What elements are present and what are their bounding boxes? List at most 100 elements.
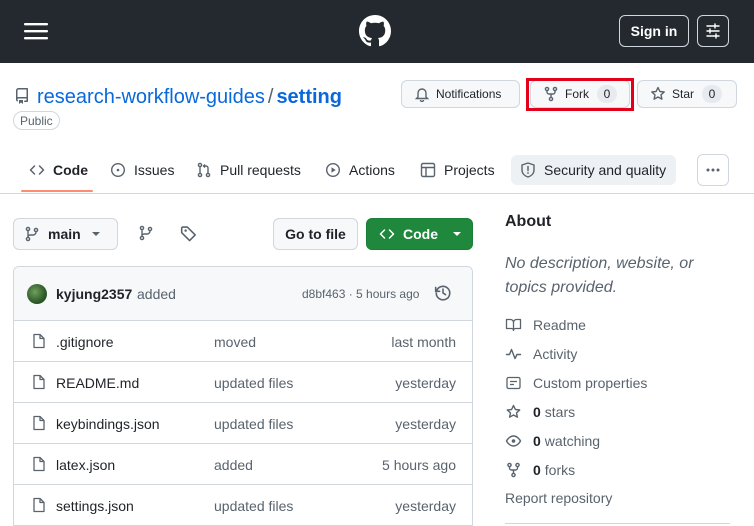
code-icon [379,226,395,242]
file-commit-message[interactable]: added [214,457,253,473]
star-count: 0 [702,85,723,103]
tab-code[interactable]: Code [21,154,93,186]
tab-security-label: Security and quality [544,162,667,178]
report-repository-link[interactable]: Report repository [505,490,612,506]
code-button-label: Code [403,226,438,242]
avatar[interactable] [27,284,47,304]
code-icon [29,162,45,178]
stars-link[interactable]: 0 stars [505,402,575,422]
activity-link[interactable]: Activity [505,344,577,364]
about-description: No description, website, or topics provi… [505,255,694,296]
pulse-icon [505,346,522,362]
file-icon [31,333,47,349]
repo-nav-tabs: Code Issues Pull requests Actions Projec… [0,150,754,194]
star-icon [650,86,666,102]
file-commit-message[interactable]: updated files [214,498,293,514]
file-icon [31,497,47,513]
tab-actions-label: Actions [349,162,395,178]
activity-label: Activity [533,346,578,362]
bell-icon [414,86,430,102]
repo-name-link[interactable]: setting [276,86,342,108]
custom-properties-link[interactable]: Custom properties [505,373,647,393]
commit-message[interactable]: added [137,286,176,302]
file-icon [31,415,47,431]
fork-icon [543,86,559,102]
tab-issues[interactable]: Issues [110,154,174,186]
star-button[interactable]: Star 0 [637,80,737,108]
commit-author[interactable]: kyjung2357 [56,286,132,302]
file-row[interactable]: keybindings.json updated files yesterday [14,403,472,444]
forks-link[interactable]: 0 forks [505,460,575,480]
shield-icon [520,162,536,178]
branch-select-button[interactable]: main [13,218,118,250]
tab-projects[interactable]: Projects [420,154,495,186]
go-to-file-button[interactable]: Go to file [273,218,358,250]
book-icon [505,317,522,333]
notifications-button[interactable]: Notifications [401,80,520,108]
repo-breadcrumb: research-workflow-guides / setting [37,84,342,110]
menu-button[interactable] [20,17,52,45]
file-row[interactable]: settings.json updated files yesterday [14,485,472,526]
file-name[interactable]: .gitignore [56,334,114,350]
file-commit-message[interactable]: updated files [214,416,293,432]
star-icon [505,404,522,420]
tab-code-label: Code [53,162,88,178]
file-icon [31,456,47,472]
tag-icon[interactable] [180,225,198,243]
play-icon [325,162,341,178]
hamburger-icon [24,23,48,40]
repo-owner-link[interactable]: research-workflow-guides [37,86,265,108]
top-header: Sign in [0,0,754,63]
git-branch-icon [24,226,40,242]
file-name[interactable]: keybindings.json [56,416,160,432]
file-name[interactable]: latex.json [56,457,115,473]
repo-icon [14,88,30,104]
file-row[interactable]: .gitignore moved last month [14,321,472,362]
tab-projects-label: Projects [444,162,495,178]
tab-pull-requests[interactable]: Pull requests [196,154,301,186]
fork-count: 0 [597,85,617,103]
tab-issues-label: Issues [134,162,175,178]
file-row[interactable]: latex.json added 5 hours ago [14,444,472,485]
sidebar-divider [505,523,730,524]
commit-sha-time[interactable]: d8bf463 · 5 hours ago [302,287,419,301]
file-date: yesterday [395,416,456,432]
fork-icon [505,462,522,478]
repo-path-separator: / [267,86,274,108]
history-icon[interactable] [434,284,452,302]
chevron-down-icon [91,231,101,237]
file-commit-message[interactable]: moved [214,334,256,350]
file-name[interactable]: settings.json [56,498,134,514]
readme-link[interactable]: Readme [505,315,586,335]
branches-link-icon[interactable] [138,225,154,241]
tab-actions[interactable]: Actions [325,154,395,186]
site-settings-button[interactable] [697,15,729,47]
pull-request-icon [196,162,212,178]
file-name[interactable]: README.md [56,375,139,391]
tab-pull-requests-label: Pull requests [220,162,301,178]
readme-label: Readme [533,317,586,333]
fork-label: Fork [565,87,589,101]
github-logo-icon[interactable] [359,15,391,47]
sign-in-button[interactable]: Sign in [619,15,689,47]
watching-label: watching [544,433,601,449]
file-commit-message[interactable]: updated files [214,375,293,391]
file-icon [31,374,47,390]
file-date: yesterday [395,375,456,391]
file-row[interactable]: README.md updated files yesterday [14,362,472,403]
tab-security-and-quality[interactable]: Security and quality [511,155,676,185]
kebab-horizontal-icon [706,168,720,172]
table-icon [420,162,436,178]
code-dropdown-button[interactable]: Code [366,218,473,250]
more-tabs-button[interactable] [697,154,729,186]
fork-button[interactable]: Fork 0 [530,80,630,108]
watchers-link[interactable]: 0 watching [505,431,600,451]
forks-count: 0 [533,462,541,478]
branch-name: main [48,226,81,242]
star-label: Star [672,87,695,101]
forks-label: forks [544,462,576,478]
file-list: kyjung2357 added d8bf463 · 5 hours ago .… [13,266,473,526]
file-date: last month [391,334,456,350]
issue-icon [110,162,126,178]
note-icon [505,375,522,391]
